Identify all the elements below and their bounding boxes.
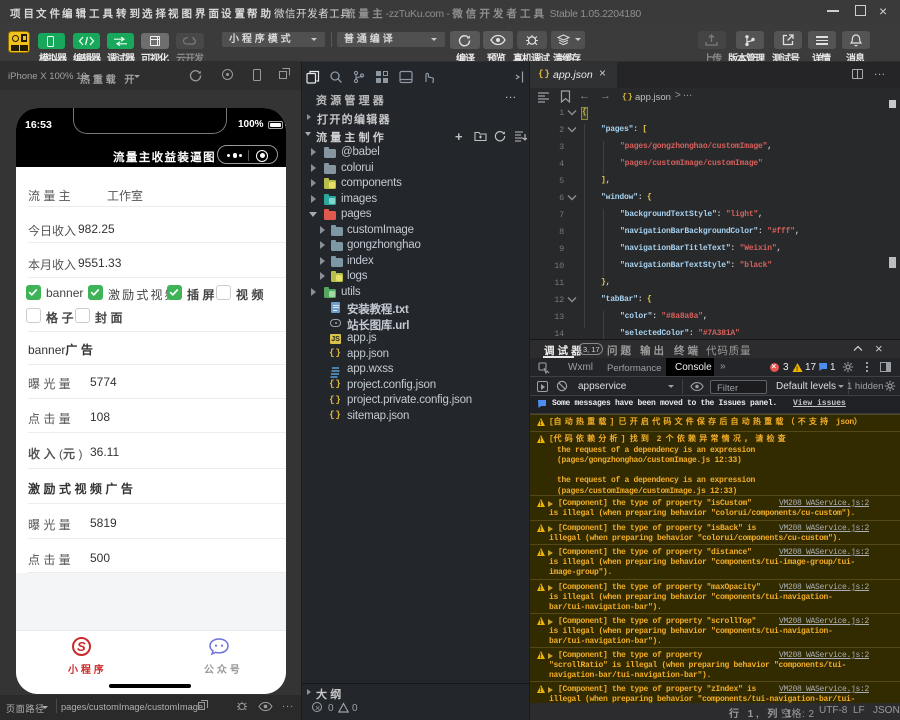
svg-text:!: !	[796, 366, 798, 373]
